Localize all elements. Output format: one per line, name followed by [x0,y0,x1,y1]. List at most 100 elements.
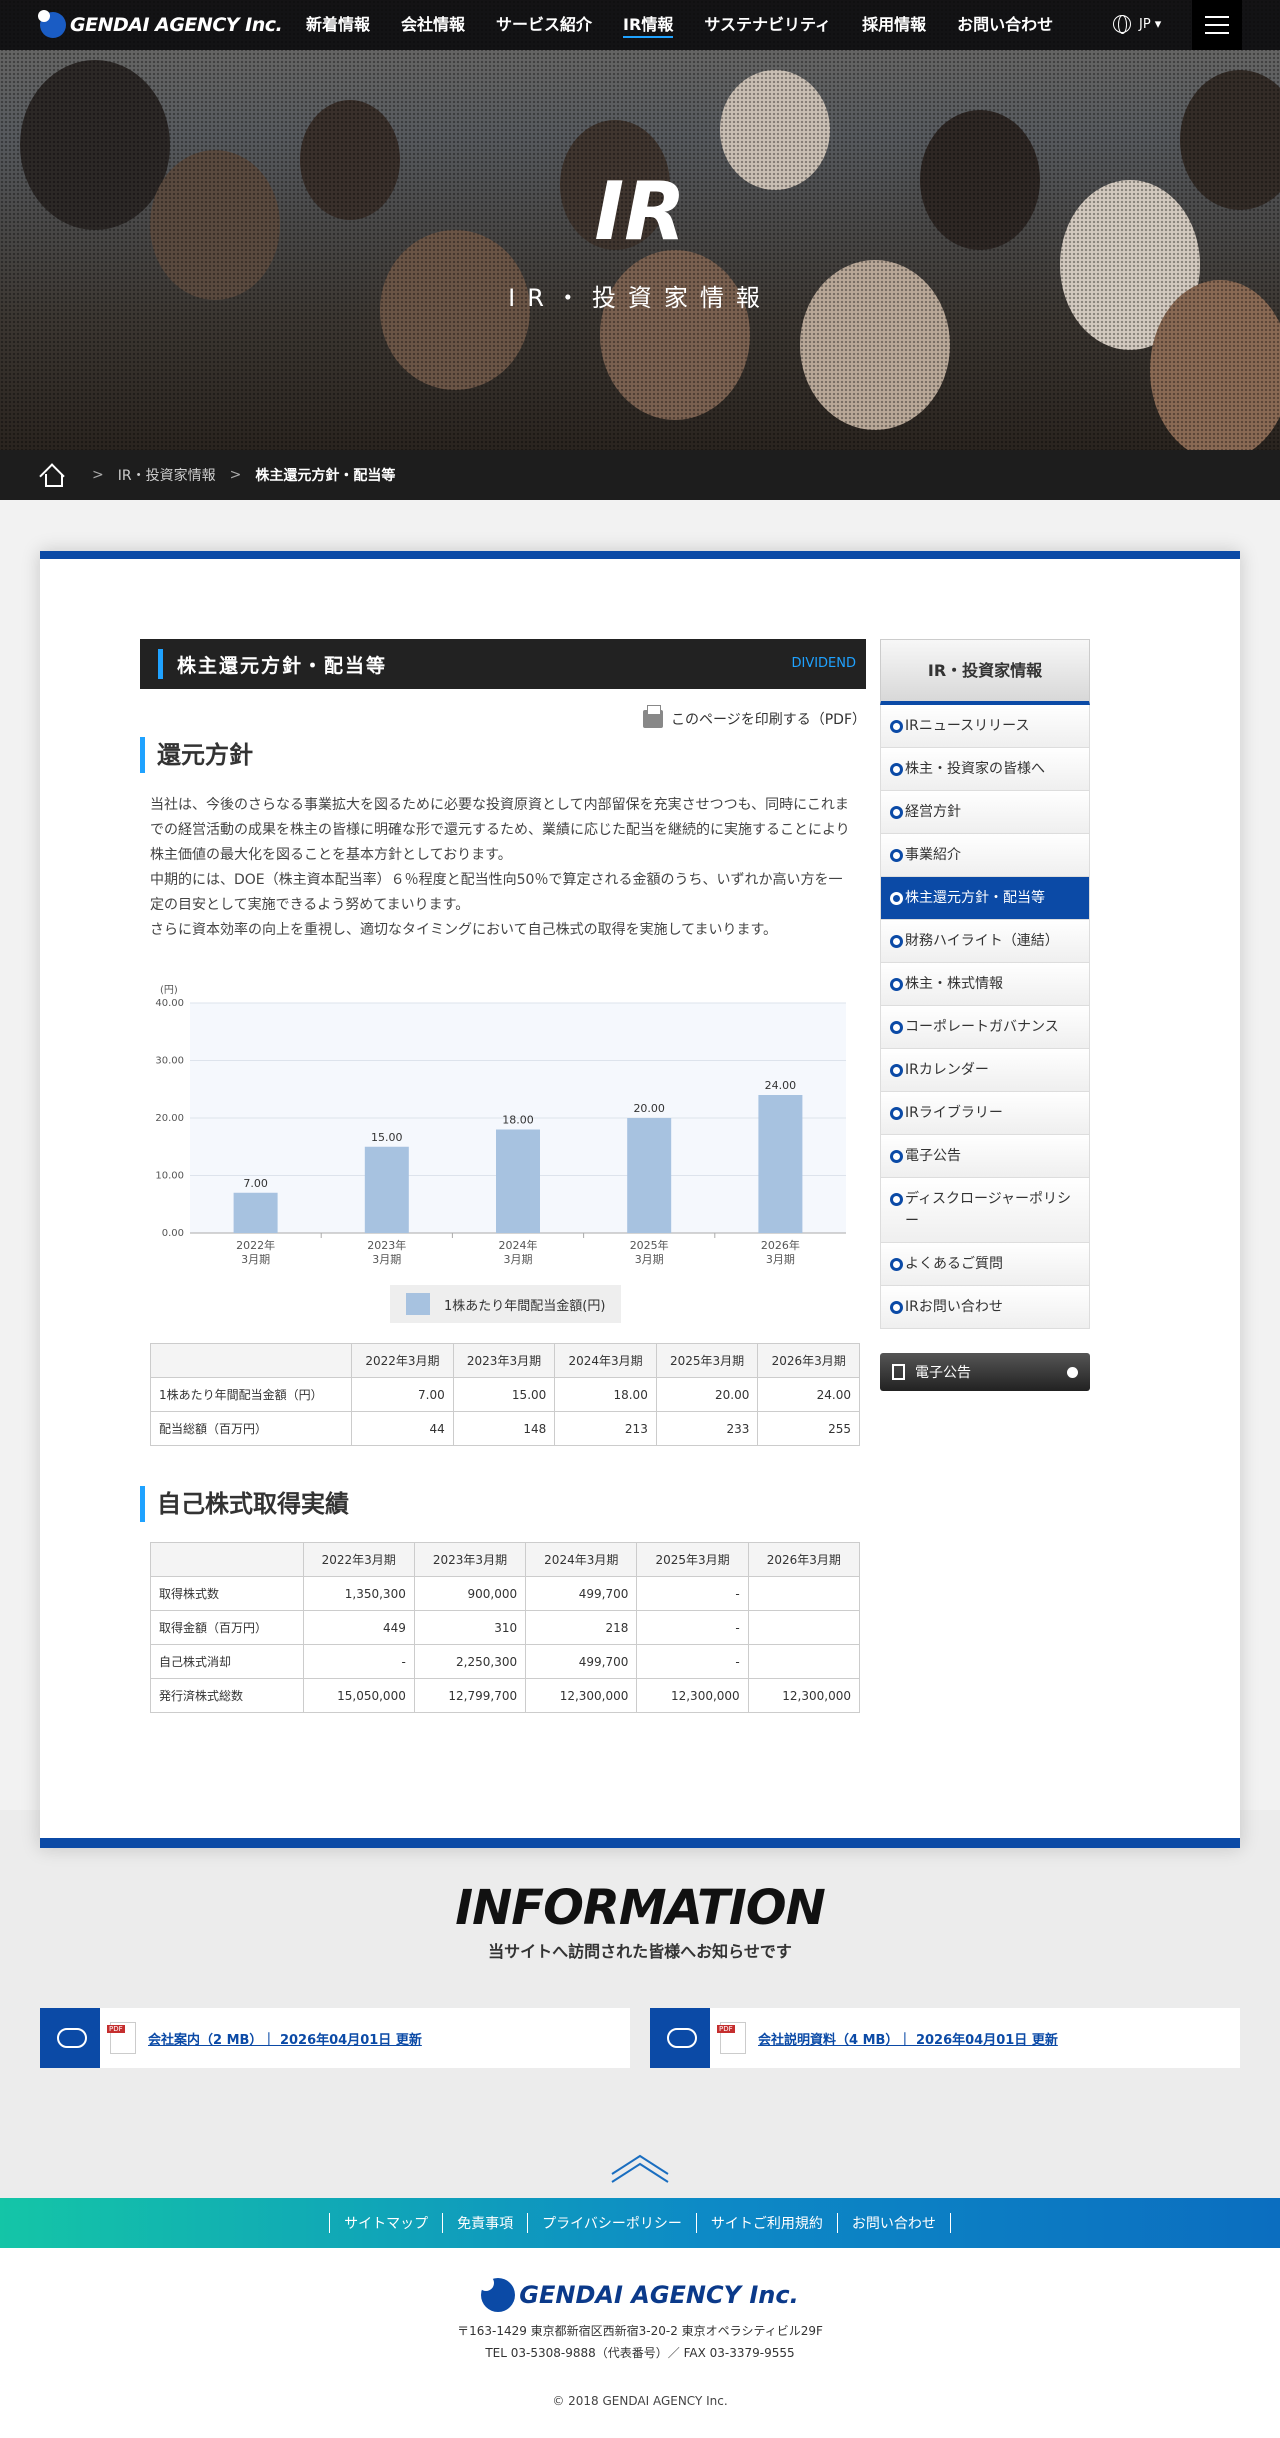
nav-company[interactable]: 会社情報 [401,0,465,50]
sidebar-item[interactable]: IRお問い合わせ [880,1286,1090,1329]
bar [496,1129,540,1233]
home-icon[interactable] [40,464,64,487]
nav-ir[interactable]: IR情報 [623,0,674,50]
value-cell: - [302,1644,415,1679]
sidebar-item[interactable]: コーポレートガバナンス [880,1006,1090,1049]
download-cloud-icon [40,2008,100,2068]
footer-link[interactable]: サイトご利用規約 [695,2213,837,2233]
footer-link[interactable]: プライバシーポリシー [527,2213,696,2233]
y-axis-label: (円) [160,985,178,996]
value-cell: 499,700 [525,1576,638,1611]
information-subtitle: 当サイトへ訪問された皆様へお知らせです [488,1942,792,1961]
dividend-header-cell [149,1343,353,1378]
nav-news[interactable]: 新着情報 [306,0,370,50]
download-company-presentation[interactable]: 会社説明資料（4 MB）｜ 2026年04月01日 更新 [650,2008,1240,2068]
x-tick-label: 3月期 [372,1253,401,1266]
buyback-header-cell [150,1542,304,1577]
section-header: 株主還元方針・配当等 DIVIDEND [140,639,866,689]
data-label: 24.00 [765,1079,797,1092]
sidebar-item[interactable]: 株主・株式情報 [880,963,1090,1006]
footer-link[interactable]: お問い合わせ [836,2213,951,2233]
value-cell: 20.00 [655,1377,759,1412]
x-tick-label: 2025年 [630,1238,669,1252]
y-tick-label: 40.00 [155,998,184,1009]
language-selector[interactable]: JP ▾ [1113,15,1161,34]
dividend-header-cell: 2025年3月期 [655,1343,759,1378]
value-cell: 310 [413,1610,527,1645]
table-row: 取得株式数 1,350,300 900,000 499,700- [150,1576,861,1611]
x-tick-label: 2026年 [761,1238,800,1252]
dividend-chart: (円) 0.00 10.00 20.00 30.00 40.00 7.00 2022年 3月期 1… [140,973,866,1333]
value-cell: 7.00 [351,1377,454,1412]
nav-sustainability[interactable]: サステナビリティ [704,0,831,50]
footer-logo-text: GENDAI AGENCY Inc. [519,2281,799,2309]
sidebar-item[interactable]: 株主・投資家の皆様へ [880,748,1090,791]
y-tick-label: 20.00 [155,1113,184,1124]
x-tick-label: 3月期 [504,1253,533,1266]
bar [364,1146,409,1233]
value-cell: - [636,1576,749,1611]
sidebar-item[interactable]: ディスクロージャーポリシー [880,1178,1090,1243]
information-title: INFORMATION [455,1880,825,1936]
table-row: 1株あたり年間配当金額（円） 7.00 15.00 18.00 20.00 24.00 [149,1377,860,1412]
nav-contact[interactable]: お問い合わせ [957,0,1053,50]
menu-line-icon [1205,24,1229,26]
download-company-profile[interactable]: 会社案内（2 MB）｜ 2026年04月01日 更新 [40,2008,630,2068]
x-tick-label: 3月期 [635,1253,664,1266]
buyback-header-cell: 2026年3月期 [747,1542,861,1577]
sidebar-item[interactable]: IRニュースリリース [880,705,1090,748]
address-line: 〒163-1429 東京都新宿区西新宿3-20-2 東京オペラシティビル29F [457,2324,823,2338]
footer-nav: サイトマップ 免責事項 プライバシーポリシー サイトご利用規約 お問い合わせ [0,2198,1280,2248]
row-label-cell: 発行済株式総数 [150,1678,304,1713]
section-en-label: DIVIDEND [791,656,856,671]
sidebar-item[interactable]: 電子公告 [880,1135,1090,1178]
download-cloud-icon [650,2008,710,2068]
sidebar-item[interactable]: 株主還元方針・配当等 [880,877,1090,920]
ir-sidebar: IR・投資家情報 IRニュースリリース 株主・投資家の皆様へ 経営方針 事業紹介 株主還… [880,639,1090,1391]
buyback-header-cell: 2025年3月期 [636,1542,749,1577]
buyback-header-cell: 2023年3月期 [413,1542,527,1577]
value-cell: 499,700 [525,1644,638,1679]
hamburger-menu-button[interactable] [1192,0,1242,50]
footer-logo[interactable]: GENDAI AGENCY Inc. [0,2275,1280,2312]
print-pdf-link[interactable]: このページを印刷する（PDF） [140,705,866,729]
sidebar-item[interactable]: IRカレンダー [880,1049,1090,1092]
value-cell: 449 [302,1610,415,1645]
menu-line-icon [1205,32,1229,34]
sidebar-item[interactable]: IRライブラリー [880,1092,1090,1135]
back-to-top-icon[interactable] [610,2148,670,2188]
y-tick-label: 10.00 [155,1171,184,1182]
main-nav: 新着情報 会社情報 サービス紹介 IR情報 サステナビリティ 採用情報 お問い合… [306,0,1084,50]
row-label-cell: 取得株式数 [150,1576,304,1611]
nav-services[interactable]: サービス紹介 [496,0,592,50]
sidebar-item[interactable]: 経営方針 [880,791,1090,834]
sidebar-item[interactable]: 事業紹介 [880,834,1090,877]
logo-text: GENDAI AGENCY Inc. [70,14,283,36]
value-cell: 15.00 [452,1377,556,1412]
breadcrumb: > IR・投資家情報 > 株主還元方針・配当等 [0,450,1280,500]
site-header: GENDAI AGENCY Inc. 新着情報 会社情報 サービス紹介 IR情報… [0,0,1280,50]
sidebar-item[interactable]: よくあるご質問 [880,1243,1090,1286]
site-logo[interactable]: GENDAI AGENCY Inc. [38,10,283,38]
dividend-header-cell: 2026年3月期 [757,1343,860,1378]
chart-legend: 1株あたり年間配当金額(円) [390,1285,622,1323]
globe-icon [1113,15,1131,34]
policy-heading: 還元方針 [140,737,866,773]
electronic-notice-button[interactable]: 電子公告 [880,1353,1090,1391]
value-cell: 255 [757,1411,860,1446]
dividend-header-cell: 2022年3月期 [351,1343,454,1378]
nav-recruit[interactable]: 採用情報 [862,0,926,50]
breadcrumb-current: 株主還元方針・配当等 [255,468,396,484]
value-cell: 12,300,000 [747,1678,861,1713]
buyback-header-cell: 2022年3月期 [302,1542,415,1577]
download-label: 会社案内（2 MB）｜ 2026年04月01日 更新 [148,2032,422,2048]
arrow-circle-icon [1067,1367,1078,1378]
value-cell: 900,000 [413,1576,527,1611]
footer-link[interactable]: 免責事項 [442,2213,527,2233]
sidebar-item[interactable]: 財務ハイライト（連結） [880,920,1090,963]
dividend-header-row: 2022年3月期 2023年3月期 2024年3月期 2025年3月期 2026年3月期 [149,1343,860,1378]
value-cell: 15,050,000 [302,1678,415,1713]
footer-link[interactable]: サイトマップ [329,2213,442,2233]
breadcrumb-ir-link[interactable]: IR・投資家情報 [118,465,216,485]
logo-mark-icon [478,2275,516,2312]
